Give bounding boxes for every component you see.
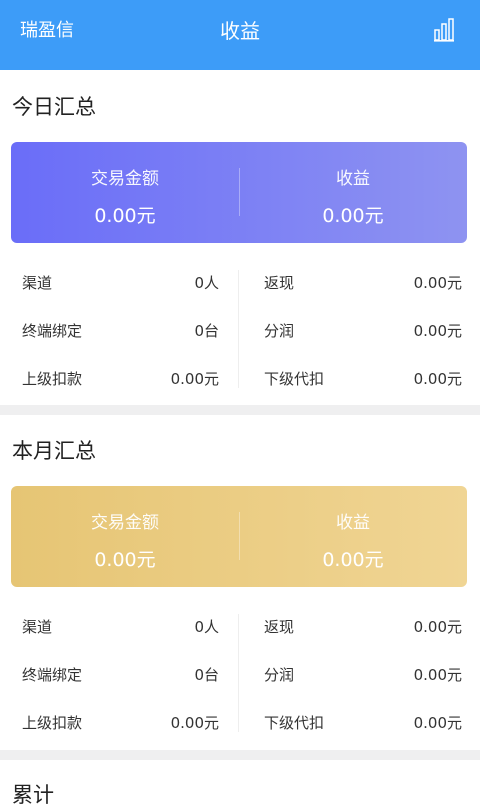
stat-cashback: 返现 0.00元	[264, 262, 462, 302]
stat-value: 0.00元	[170, 370, 219, 388]
stat-value: 0.00元	[170, 714, 219, 732]
trade-amount-label: 交易金额	[91, 513, 159, 533]
stat-label: 下级代扣	[264, 714, 325, 732]
stats-divider	[238, 614, 239, 732]
stat-value: 0.00元	[413, 370, 462, 388]
today-trade-amount: 交易金额 0.00元	[11, 142, 239, 243]
app-header: 瑞盈信 收益	[0, 0, 480, 70]
stat-terminal-binding: 终端绑定 0台	[22, 310, 219, 350]
stats-divider	[238, 270, 239, 388]
stat-label: 分润	[264, 322, 295, 340]
section-separator	[0, 405, 480, 415]
today-summary-title: 今日汇总	[12, 95, 96, 119]
income-value: 0.00元	[322, 205, 384, 227]
today-summary-card[interactable]: 交易金额 0.00元 收益 0.00元	[11, 142, 467, 243]
total-summary-title: 累计	[12, 783, 54, 807]
stat-label: 上级扣款	[22, 714, 83, 732]
stat-label: 返现	[264, 274, 295, 292]
stat-label: 分润	[264, 666, 295, 684]
stat-cashback: 返现 0.00元	[264, 606, 462, 646]
income-label: 收益	[336, 169, 370, 189]
trade-amount-label: 交易金额	[91, 169, 159, 189]
income-label: 收益	[336, 513, 370, 533]
income-value: 0.00元	[322, 549, 384, 571]
stat-profit-share: 分润 0.00元	[264, 654, 462, 694]
stat-terminal-binding: 终端绑定 0台	[22, 654, 219, 694]
stat-superior-deduction: 上级扣款 0.00元	[22, 702, 219, 742]
stat-channel: 渠道 0人	[22, 262, 219, 302]
month-trade-amount: 交易金额 0.00元	[11, 486, 239, 587]
stat-label: 下级代扣	[264, 370, 325, 388]
stat-value: 0台	[194, 322, 219, 340]
stat-label: 返现	[264, 618, 295, 636]
stat-label: 渠道	[22, 618, 53, 636]
stat-label: 终端绑定	[22, 322, 83, 340]
stat-superior-deduction: 上级扣款 0.00元	[22, 358, 219, 398]
month-income: 收益 0.00元	[239, 486, 467, 587]
stat-value: 0.00元	[413, 274, 462, 292]
stat-value: 0.00元	[413, 714, 462, 732]
bar-chart-icon[interactable]	[432, 18, 456, 42]
today-income: 收益 0.00元	[239, 142, 467, 243]
stat-profit-share: 分润 0.00元	[264, 310, 462, 350]
today-stats: 渠道 0人 终端绑定 0台 上级扣款 0.00元 返现 0.00元 分润 0.0…	[0, 262, 480, 406]
stat-value: 0台	[194, 666, 219, 684]
stat-subordinate-withholding: 下级代扣 0.00元	[264, 702, 462, 742]
stat-label: 渠道	[22, 274, 53, 292]
stat-value: 0.00元	[413, 666, 462, 684]
trade-amount-value: 0.00元	[94, 205, 156, 227]
stat-value: 0.00元	[413, 322, 462, 340]
stat-label: 终端绑定	[22, 666, 83, 684]
stat-value: 0人	[194, 618, 219, 636]
stat-label: 上级扣款	[22, 370, 83, 388]
month-summary-card[interactable]: 交易金额 0.00元 收益 0.00元	[11, 486, 467, 587]
stat-value: 0人	[194, 274, 219, 292]
trade-amount-value: 0.00元	[94, 549, 156, 571]
stat-channel: 渠道 0人	[22, 606, 219, 646]
stat-value: 0.00元	[413, 618, 462, 636]
section-separator	[0, 750, 480, 760]
month-summary-title: 本月汇总	[12, 439, 96, 463]
page-title: 收益	[220, 19, 260, 43]
month-stats: 渠道 0人 终端绑定 0台 上级扣款 0.00元 返现 0.00元 分润 0.0…	[0, 606, 480, 750]
stat-subordinate-withholding: 下级代扣 0.00元	[264, 358, 462, 398]
